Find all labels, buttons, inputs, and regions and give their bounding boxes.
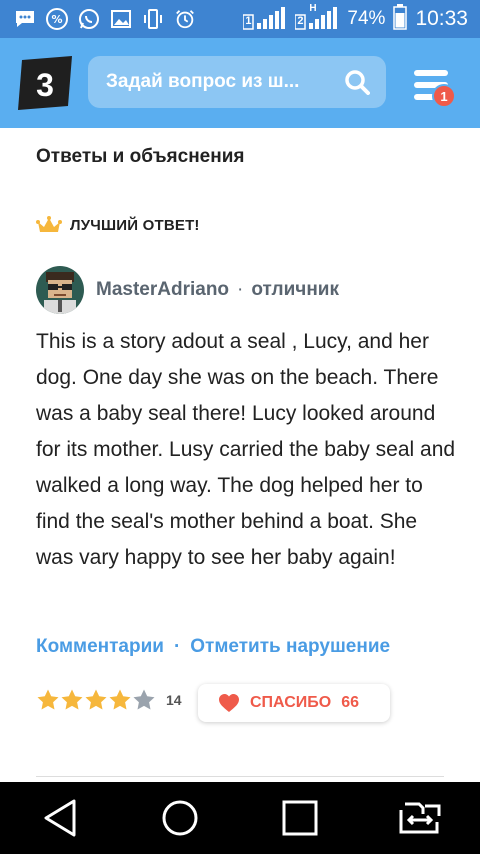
back-icon[interactable] bbox=[36, 794, 84, 842]
signal-sim1-icon: 1 bbox=[242, 7, 287, 31]
logo-text: 3 bbox=[36, 67, 54, 103]
rating-count: 14 bbox=[166, 692, 182, 708]
star-icon[interactable] bbox=[132, 688, 156, 712]
author-row: MasterAdriano · отличник bbox=[36, 266, 339, 314]
comments-link[interactable]: Комментарии bbox=[36, 636, 164, 658]
whatsapp-icon bbox=[78, 8, 100, 30]
star-icon[interactable] bbox=[36, 688, 60, 712]
section-title: Ответы и объяснения bbox=[36, 146, 245, 167]
star-icon[interactable] bbox=[84, 688, 108, 712]
thanks-label: СПАСИБО bbox=[250, 694, 332, 711]
vibrate-icon bbox=[142, 8, 164, 30]
sim2-label: 2 bbox=[297, 15, 304, 27]
crown-icon bbox=[36, 216, 62, 232]
signal-sim2-icon: 2 H bbox=[294, 3, 339, 31]
image-icon bbox=[110, 8, 132, 30]
best-answer-label: ЛУЧШИЙ ОТВЕТ! bbox=[36, 216, 200, 234]
best-answer-text: ЛУЧШИЙ ОТВЕТ! bbox=[70, 216, 200, 234]
search-placeholder: Задай вопрос из ш... bbox=[106, 71, 300, 92]
sim1-label: 1 bbox=[245, 15, 252, 27]
actions-separator: · bbox=[173, 636, 181, 657]
network-type-label: H bbox=[309, 3, 317, 14]
star-icon[interactable] bbox=[60, 688, 84, 712]
search-icon[interactable] bbox=[344, 69, 370, 95]
switch-sim-icon[interactable] bbox=[396, 794, 444, 842]
author-separator: · bbox=[237, 279, 244, 300]
search-input[interactable]: Задай вопрос из ш... bbox=[88, 56, 386, 108]
message-icon bbox=[14, 8, 36, 30]
thanks-count: 66 bbox=[341, 694, 360, 711]
notification-badge[interactable]: 1 bbox=[432, 84, 456, 108]
rating[interactable]: 14 bbox=[36, 688, 182, 712]
status-bar: % 1 2 H 74% 10:33 bbox=[0, 0, 480, 38]
app-header: 3 Задай вопрос из ш... bbox=[0, 38, 480, 128]
battery-icon bbox=[393, 3, 408, 35]
alarm-icon bbox=[174, 8, 196, 30]
divider bbox=[36, 776, 444, 777]
svg-text:%: % bbox=[51, 13, 62, 26]
answer-actions: Комментарии · Отметить нарушение bbox=[36, 636, 390, 658]
report-link[interactable]: Отметить нарушение bbox=[190, 636, 390, 658]
author-name[interactable]: MasterAdriano bbox=[96, 279, 229, 301]
znanija-logo[interactable]: 3 bbox=[16, 56, 74, 110]
thanks-button[interactable]: СПАСИБО 66 bbox=[198, 684, 390, 722]
answer-text: This is a story adout a seal , Lucy, and… bbox=[36, 330, 456, 569]
clock: 10:33 bbox=[415, 7, 468, 30]
avatar[interactable] bbox=[36, 266, 84, 314]
percent-icon: % bbox=[46, 8, 68, 30]
author-rank: отличник bbox=[251, 279, 339, 300]
recents-icon[interactable] bbox=[276, 794, 324, 842]
navigation-bar bbox=[0, 782, 480, 854]
battery-percent: 74% bbox=[347, 8, 386, 29]
heart-icon bbox=[219, 694, 239, 712]
star-icon[interactable] bbox=[108, 688, 132, 712]
home-icon[interactable] bbox=[156, 794, 204, 842]
